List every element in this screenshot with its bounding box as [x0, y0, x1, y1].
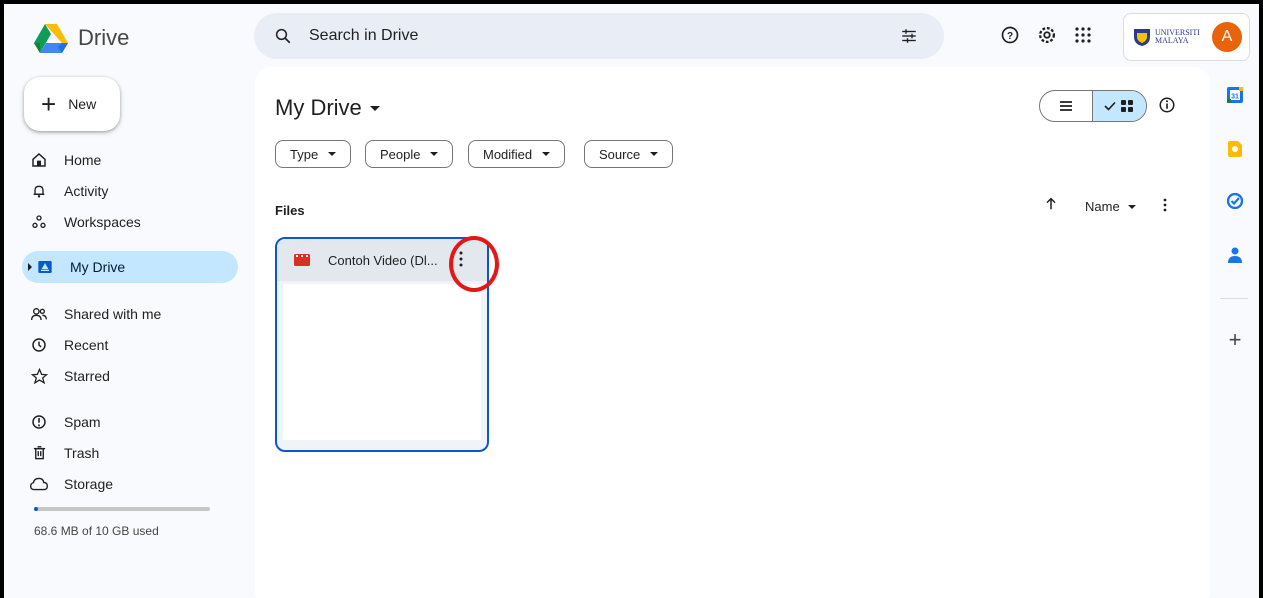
grid-view-icon — [1121, 100, 1134, 112]
expand-arrow-icon[interactable] — [28, 263, 32, 271]
tasks-icon[interactable] — [1226, 192, 1244, 210]
file-name: Contoh Video (Dl... — [328, 252, 438, 268]
chip-label: Type — [290, 146, 319, 162]
sidebar-item-label: Home — [64, 152, 102, 168]
storage-usage-text: 68.6 MB of 10 GB used — [34, 524, 159, 538]
page-title[interactable]: My Drive — [275, 95, 380, 121]
page-title-text: My Drive — [275, 95, 362, 120]
org-name-line2: MALAYA — [1155, 36, 1189, 45]
filter-chip-people[interactable]: People — [365, 140, 454, 168]
sidebar-item-label: My Drive — [70, 259, 126, 275]
home-icon — [30, 151, 48, 169]
sidebar-item-recent[interactable]: Recent — [24, 330, 238, 360]
search-icon[interactable] — [274, 27, 292, 45]
avatar[interactable]: A — [1212, 22, 1242, 52]
sidebar-item-shared-with-me[interactable]: Shared with me — [24, 299, 238, 329]
sidebar-item-label: Trash — [64, 445, 100, 461]
storage-usage-bar — [34, 507, 210, 511]
title-dropdown-icon — [369, 105, 380, 111]
filter-chip-modified[interactable]: Modified — [468, 140, 566, 168]
new-button[interactable]: + New — [24, 77, 120, 131]
trash-icon — [30, 444, 48, 462]
star-icon — [30, 367, 48, 385]
calendar-icon[interactable]: 31 — [1226, 86, 1244, 104]
contacts-icon[interactable] — [1226, 246, 1244, 264]
svg-text:31: 31 — [1231, 94, 1239, 101]
bell-icon — [30, 182, 48, 200]
sidebar-item-storage[interactable]: Storage — [24, 469, 238, 499]
file-thumbnail[interactable] — [283, 284, 481, 440]
list-view-button[interactable] — [1040, 91, 1092, 121]
people-icon — [30, 305, 48, 323]
new-button-label: New — [68, 96, 97, 112]
checkmark-icon — [1104, 101, 1116, 111]
search-bar[interactable]: Search in Drive — [254, 13, 944, 59]
highlight-circle-annotation — [449, 236, 499, 292]
filter-chip-source[interactable]: Source — [584, 140, 674, 168]
section-heading-files: Files — [275, 203, 305, 218]
spam-icon — [30, 413, 48, 431]
sidebar-item-workspaces[interactable]: Workspaces — [24, 207, 238, 237]
drive-icon — [36, 258, 54, 276]
sidebar-item-label: Spam — [64, 414, 101, 430]
drive-logo[interactable]: Drive — [34, 23, 129, 53]
search-options-icon[interactable] — [900, 27, 918, 45]
help-icon[interactable]: ? — [997, 22, 1023, 48]
main-content: My Drive Type People Modified Source Fil… — [255, 67, 1210, 598]
chip-label: People — [380, 146, 421, 162]
info-icon[interactable] — [1158, 96, 1176, 119]
list-view-icon — [1059, 101, 1072, 111]
chip-label: Modified — [483, 146, 533, 162]
sort-direction-arrow-icon[interactable] — [1043, 196, 1059, 217]
grid-view-button[interactable] — [1091, 91, 1146, 121]
svg-text:?: ? — [1007, 31, 1013, 42]
storage-usage-fill — [34, 507, 38, 511]
sidebar-item-label: Shared with me — [64, 306, 162, 322]
university-crest-icon — [1134, 29, 1150, 46]
sidebar-item-activity[interactable]: Activity — [24, 176, 238, 206]
search-input[interactable]: Search in Drive — [309, 27, 418, 45]
sort-by-name-button[interactable]: Name — [1085, 199, 1136, 214]
settings-gear-icon[interactable] — [1034, 22, 1060, 48]
clock-icon — [30, 336, 48, 354]
add-addon-plus-icon[interactable]: + — [1226, 327, 1244, 352]
chip-dropdown-icon — [328, 152, 337, 156]
sidebar-item-my-drive[interactable]: My Drive — [22, 251, 238, 283]
app-title: Drive — [78, 25, 130, 50]
sort-dropdown-icon — [1127, 204, 1136, 209]
sidebar-item-trash[interactable]: Trash — [24, 438, 238, 468]
chip-label: Source — [599, 146, 641, 162]
plus-icon: + — [41, 89, 57, 119]
rail-divider — [1220, 298, 1248, 299]
keep-icon[interactable] — [1226, 140, 1244, 158]
drive-app: Drive Search in Drive ? UNIVERSITI MALAY… — [4, 4, 1259, 598]
sidebar-item-home[interactable]: Home — [24, 145, 238, 175]
sort-label: Name — [1085, 199, 1120, 214]
cloud-icon — [30, 475, 48, 493]
account-switcher[interactable]: UNIVERSITI MALAYA A — [1123, 13, 1250, 61]
drive-logo-icon — [34, 24, 68, 53]
sidebar-item-starred[interactable]: Starred — [24, 361, 238, 391]
sidebar-item-label: Workspaces — [64, 214, 141, 230]
more-options-icon[interactable] — [1163, 198, 1167, 217]
view-toggle — [1039, 90, 1147, 122]
chip-dropdown-icon — [430, 152, 439, 156]
chip-dropdown-icon — [542, 152, 551, 156]
sidebar-item-label: Starred — [64, 368, 110, 384]
sidebar-item-label: Recent — [64, 337, 109, 353]
chip-dropdown-icon — [650, 152, 659, 156]
workspaces-icon — [30, 213, 48, 231]
apps-grid-icon[interactable] — [1070, 22, 1096, 48]
sidebar-item-spam[interactable]: Spam — [24, 407, 238, 437]
filter-chip-type[interactable]: Type — [275, 140, 352, 168]
sidebar-item-label: Storage — [64, 476, 114, 492]
sidebar-item-label: Activity — [64, 183, 109, 199]
university-logo: UNIVERSITI MALAYA — [1132, 27, 1200, 47]
video-file-icon — [294, 254, 310, 266]
